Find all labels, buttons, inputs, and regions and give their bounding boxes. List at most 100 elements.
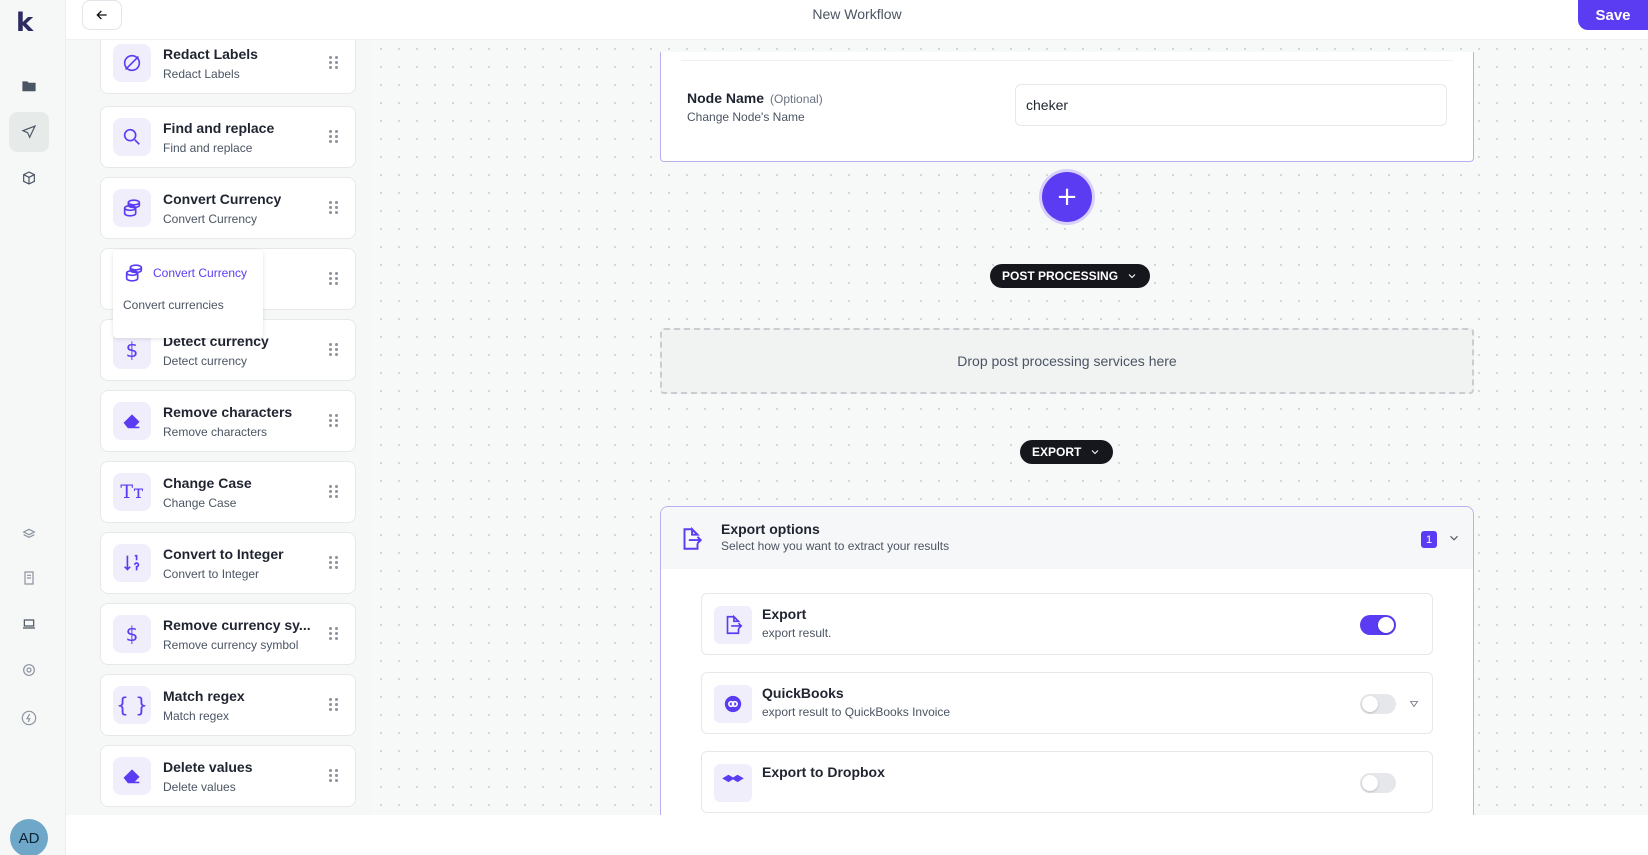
toggle-knob [1362,775,1378,791]
service-card[interactable]: Convert Currency Convert Currency [100,177,356,239]
service-title: Remove characters [163,404,293,420]
top-bar: New Workflow Save [66,0,1648,40]
service-subtitle: Delete values [163,780,236,794]
toggle-knob [1362,696,1378,712]
export-label: EXPORT [1032,445,1082,459]
workflow-canvas[interactable]: Node Name (Optional) Change Node's Name +… [372,40,1648,815]
drag-handle-icon[interactable] [329,56,339,70]
drag-handle-icon[interactable] [329,343,339,357]
dollar-icon: $ [113,615,151,653]
app-logo[interactable]: k [16,8,33,38]
export-options-subtitle: Select how you want to extract your resu… [721,539,950,553]
save-button[interactable]: Save [1578,0,1648,30]
service-subtitle: Detect currency [163,354,248,368]
quickbooks-icon [714,685,752,723]
export-item: Export export result. [701,593,1433,655]
export-toggle-switch[interactable] [1360,615,1396,635]
node-settings-card: Node Name (Optional) Change Node's Name [660,52,1474,162]
drag-handle-icon[interactable] [329,627,339,641]
service-title: Delete values [163,759,253,775]
chevron-down-icon [1128,274,1136,279]
layers-icon[interactable] [9,512,49,552]
triangle-down-icon[interactable] [1408,697,1420,709]
drag-handle-icon[interactable] [329,414,339,428]
drag-preview-tooltip[interactable]: Convert Currency Convert currencies [113,250,263,338]
service-subtitle: Convert to Integer [163,567,260,581]
sort-numeric-icon [113,544,151,582]
export-item-title: Export [762,606,807,622]
coins-icon [123,262,145,284]
export-item-title: Export to Dropbox [762,764,885,780]
redact-icon [113,44,151,82]
drag-handle-icon[interactable] [329,272,339,286]
chevron-down-icon [1091,450,1099,455]
export-icon [673,521,709,557]
add-node-button[interactable]: + [1042,172,1092,222]
service-card[interactable]: $ Remove currency sy... Remove currency … [100,603,356,665]
eraser-icon [113,757,151,795]
post-processing-label: POST PROCESSING [1002,269,1119,283]
divider [681,60,1453,61]
export-options-panel: Export options Select how you want to ex… [660,506,1474,815]
chevron-down-icon[interactable] [1447,531,1463,547]
export-item-title: QuickBooks [762,685,844,701]
bottom-strip [66,815,1648,855]
dropbox-toggle-switch[interactable] [1360,773,1396,793]
document-icon[interactable] [9,558,49,598]
workflow-title: New Workflow [812,6,902,22]
drag-handle-icon[interactable] [329,698,339,712]
service-card[interactable]: Convert to Integer Convert to Integer [100,532,356,594]
gear-icon[interactable] [9,650,49,690]
export-item-subtitle: export result. [762,626,832,640]
tooltip-title: Convert Currency [153,266,248,280]
service-subtitle: Find and replace [163,141,253,155]
export-item-subtitle: export result to QuickBooks Invoice [762,705,951,719]
folder-icon[interactable] [9,66,49,106]
quickbooks-toggle-switch[interactable] [1360,694,1396,714]
cube-icon[interactable] [9,158,49,198]
service-title: Match regex [163,688,245,704]
service-card[interactable]: Find and replace Find and replace [100,106,356,168]
service-subtitle: Convert Currency [163,212,258,226]
service-subtitle: Remove currency symbol [163,638,299,652]
toggle-knob [1378,617,1394,633]
service-card[interactable]: Redact Labels Redact Labels [100,40,356,94]
drag-handle-icon[interactable] [329,201,339,215]
node-name-input[interactable] [1015,84,1447,126]
drag-handle-icon[interactable] [329,769,339,783]
tooltip-description: Convert currencies [123,298,224,312]
drag-handle-icon[interactable] [329,130,339,144]
post-processing-dropzone[interactable]: Drop post processing services here [660,328,1474,394]
service-subtitle: Change Case [163,496,237,510]
plus-icon: + [1056,182,1078,212]
dropbox-icon [714,764,752,802]
export-options-header[interactable]: Export options Select how you want to ex… [661,507,1473,569]
node-name-hint: Change Node's Name [687,110,805,124]
export-toggle[interactable]: EXPORT [1020,440,1114,464]
left-rail: k AD [0,0,66,855]
drag-handle-icon[interactable] [329,556,339,570]
service-title: Change Case [163,475,252,491]
service-title: Find and replace [163,120,275,136]
service-card[interactable]: Tт Change Case Change Case [100,461,356,523]
service-title: Convert to Integer [163,546,284,562]
export-count-badge: 1 [1421,531,1437,548]
text-case-icon: Tт [113,473,151,511]
send-icon[interactable] [9,112,49,152]
service-card[interactable]: Delete values Delete values [100,745,356,807]
braces-icon: { } [113,686,151,724]
export-item: Export to Dropbox [701,751,1433,813]
export-item: QuickBooks export result to QuickBooks I… [701,672,1433,734]
bolt-icon[interactable] [9,698,49,738]
service-card[interactable]: Remove characters Remove characters [100,390,356,452]
service-card[interactable]: { } Match regex Match regex [100,674,356,736]
search-icon [113,118,151,156]
services-panel: Redact Labels Redact Labels Find and rep… [66,40,372,855]
service-title: Convert Currency [163,191,282,207]
laptop-icon[interactable] [9,604,49,644]
post-processing-toggle[interactable]: POST PROCESSING [990,264,1151,288]
export-icon [714,606,752,644]
user-avatar[interactable]: AD [10,819,48,855]
node-name-label: Node Name (Optional) [687,90,823,106]
drag-handle-icon[interactable] [329,485,339,499]
